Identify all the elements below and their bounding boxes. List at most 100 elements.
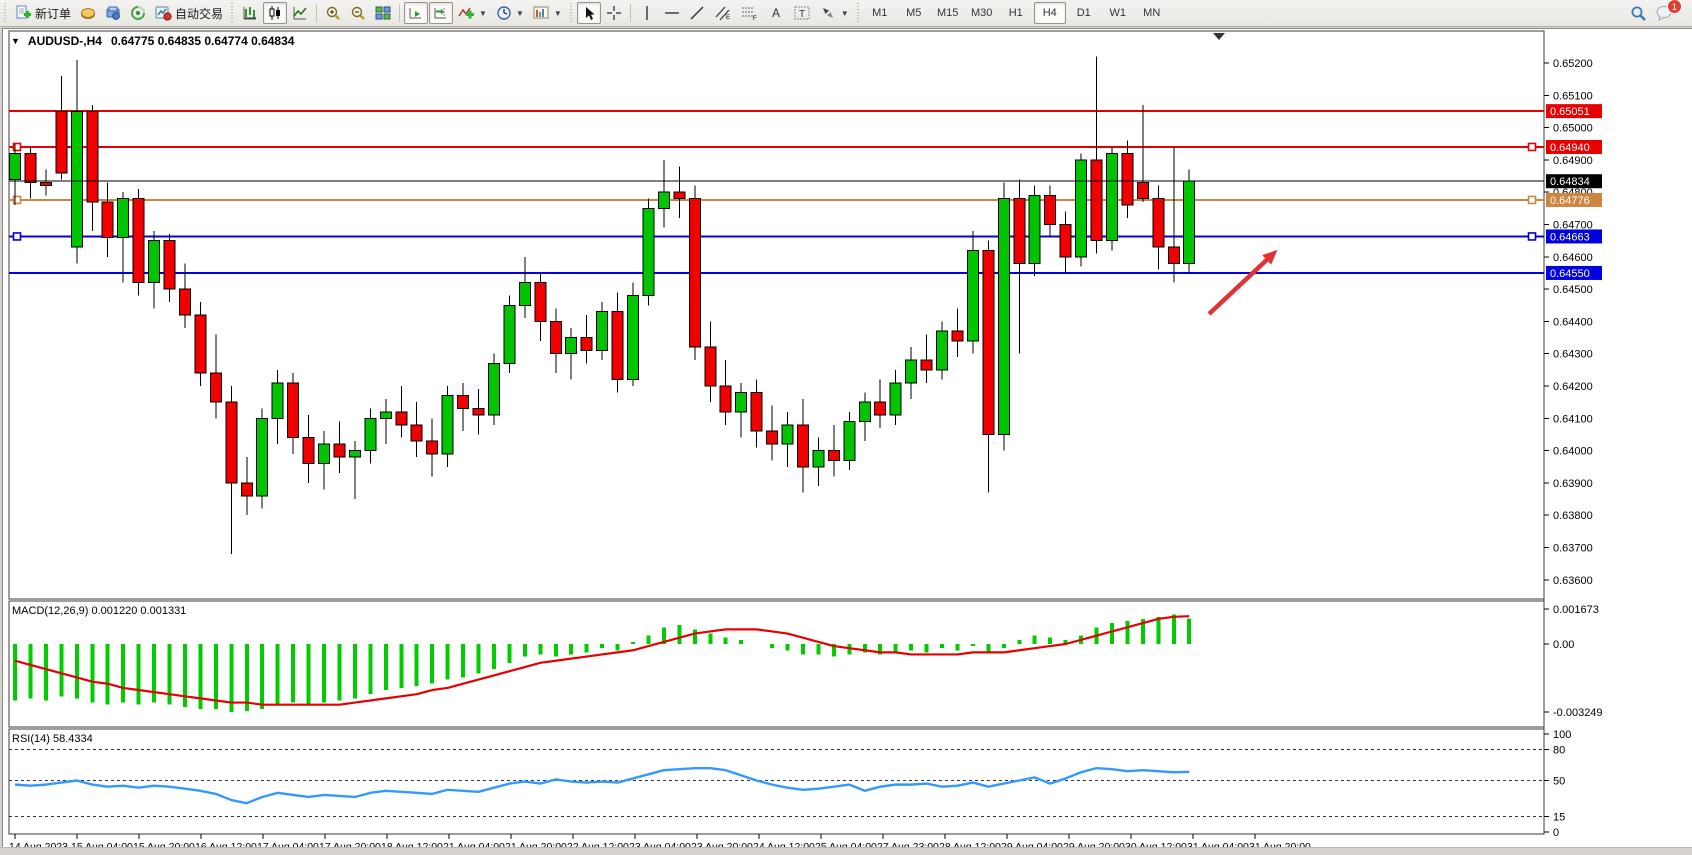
chart-canvas[interactable]: 0.652000.651000.650000.649000.648000.647… <box>3 29 1692 849</box>
bull-candle <box>937 331 948 370</box>
chart-shift-button[interactable] <box>429 2 453 24</box>
equidistant-channel-tool-button[interactable]: E <box>710 2 736 24</box>
arrows-tool-button[interactable]: ▼ <box>816 2 853 24</box>
bull-candle <box>1076 160 1087 257</box>
connection-button[interactable] <box>126 2 150 24</box>
level-price-label: 0.64776 <box>1550 195 1590 207</box>
bull-candle <box>859 402 870 421</box>
bear-candle <box>241 483 252 496</box>
toolbar-grip[interactable] <box>569 3 574 23</box>
collapse-triangle-icon[interactable]: ▼ <box>11 36 20 46</box>
timeframe-toolbar: M1M5M15M30H1H4D1W1MN <box>864 2 1168 24</box>
auto-scroll-button[interactable] <box>404 2 428 24</box>
macd-pane-label: MACD(12,26,9) 0.001220 0.001331 <box>12 605 186 617</box>
horizontal-line-tool-button[interactable] <box>660 2 684 24</box>
level-handle[interactable] <box>1529 143 1536 150</box>
blue-profile-icon <box>105 5 121 21</box>
macd-pane <box>9 601 1544 727</box>
fibonacci-tool-button[interactable]: F <box>737 2 763 24</box>
zoom-out-button[interactable] <box>346 2 370 24</box>
rsi-axis-label: 100 <box>1553 729 1571 741</box>
timeframe-H4[interactable]: H4 <box>1034 2 1066 24</box>
bear-candle <box>581 338 592 351</box>
text-tool-button[interactable]: A <box>764 2 788 24</box>
cursor-button[interactable] <box>577 2 601 24</box>
candlestick-chart-icon <box>267 5 283 21</box>
timeframe-M30[interactable]: M30 <box>966 2 998 24</box>
timeframe-M15[interactable]: M15 <box>932 2 964 24</box>
tile-windows-button[interactable] <box>371 2 395 24</box>
level-price-label: 0.64550 <box>1550 268 1590 280</box>
bear-candle <box>40 183 51 186</box>
rsi-axis-label: 50 <box>1553 776 1565 788</box>
toolbar-grip[interactable] <box>856 3 861 23</box>
level-price-label: 0.65051 <box>1550 106 1590 118</box>
bear-candle <box>226 402 237 483</box>
price-axis-label: 0.64000 <box>1553 446 1593 458</box>
level-price-label: 0.64940 <box>1550 142 1590 154</box>
bear-candle <box>195 315 206 373</box>
price-axis-label: 0.65000 <box>1553 123 1593 135</box>
cursor-icon <box>582 6 596 21</box>
timeframe-MN[interactable]: MN <box>1136 2 1168 24</box>
candlestick-chart-type-button[interactable] <box>263 2 287 24</box>
navigator-button[interactable] <box>76 2 100 24</box>
autotrading-button[interactable]: 自动交易 <box>151 2 227 24</box>
symbol-period-label: AUDUSD-,H4 <box>28 34 102 48</box>
timeframe-M1[interactable]: M1 <box>864 2 896 24</box>
connection-ring-icon <box>130 5 146 21</box>
rsi-axis-label: 80 <box>1553 745 1565 757</box>
timeframe-D1[interactable]: D1 <box>1068 2 1100 24</box>
templates-button[interactable]: ▼ <box>529 2 566 24</box>
bear-candle <box>396 412 407 425</box>
zoom-in-button[interactable] <box>321 2 345 24</box>
bear-candle <box>458 396 469 409</box>
new-order-label: 新订单 <box>35 5 71 22</box>
notifications-button[interactable]: 1 <box>1652 2 1678 24</box>
bull-candle <box>906 360 917 383</box>
ohlc-values-label: 0.64775 0.64835 0.64774 0.64834 <box>111 34 295 48</box>
level-handle[interactable] <box>14 233 21 240</box>
dropdown-caret-icon: ▼ <box>516 9 524 18</box>
toolbar-grip[interactable] <box>230 3 235 23</box>
price-axis-label: 0.65200 <box>1553 58 1593 70</box>
bear-candle <box>767 431 778 444</box>
bear-candle <box>427 441 438 454</box>
timeframe-M5[interactable]: M5 <box>898 2 930 24</box>
bull-candle <box>319 444 330 463</box>
bear-candle <box>720 386 731 412</box>
bear-candle <box>102 202 113 238</box>
status-bar <box>0 847 1692 855</box>
level-handle[interactable] <box>1529 196 1536 203</box>
text-label-tool-button[interactable]: T <box>789 2 815 24</box>
bar-chart-type-button[interactable] <box>238 2 262 24</box>
timeframe-W1[interactable]: W1 <box>1102 2 1134 24</box>
svg-text:F: F <box>753 16 757 21</box>
bear-candle <box>303 438 314 464</box>
search-button[interactable] <box>1626 2 1651 24</box>
line-chart-type-button[interactable] <box>288 2 312 24</box>
toolbar-grip[interactable] <box>3 3 8 23</box>
bear-candle <box>179 289 190 315</box>
timeframe-H1[interactable]: H1 <box>1000 2 1032 24</box>
bear-candle <box>1091 160 1102 241</box>
rsi-pane <box>9 729 1544 834</box>
crosshair-button[interactable] <box>602 2 626 24</box>
trendline-tool-button[interactable] <box>685 2 709 24</box>
indicators-button[interactable]: ▼ <box>454 2 491 24</box>
profile-button[interactable] <box>101 2 125 24</box>
new-order-button[interactable]: 新订单 <box>11 2 75 24</box>
bull-candle <box>998 199 1009 435</box>
bear-candle <box>87 111 98 201</box>
vertical-line-tool-button[interactable] <box>635 2 659 24</box>
bull-candle <box>1184 181 1195 263</box>
bear-candle <box>921 360 932 370</box>
bear-candle <box>983 250 994 434</box>
periods-button[interactable]: ▼ <box>492 2 528 24</box>
bull-candle <box>149 241 160 283</box>
macd-axis-label: 0.00 <box>1553 639 1574 651</box>
bull-candle <box>890 383 901 415</box>
level-handle[interactable] <box>1529 233 1536 240</box>
chart-title: ▼ AUDUSD-,H4 0.64775 0.64835 0.64774 0.6… <box>11 34 294 48</box>
price-axis: 0.652000.651000.650000.649000.648000.647… <box>1544 58 1593 587</box>
